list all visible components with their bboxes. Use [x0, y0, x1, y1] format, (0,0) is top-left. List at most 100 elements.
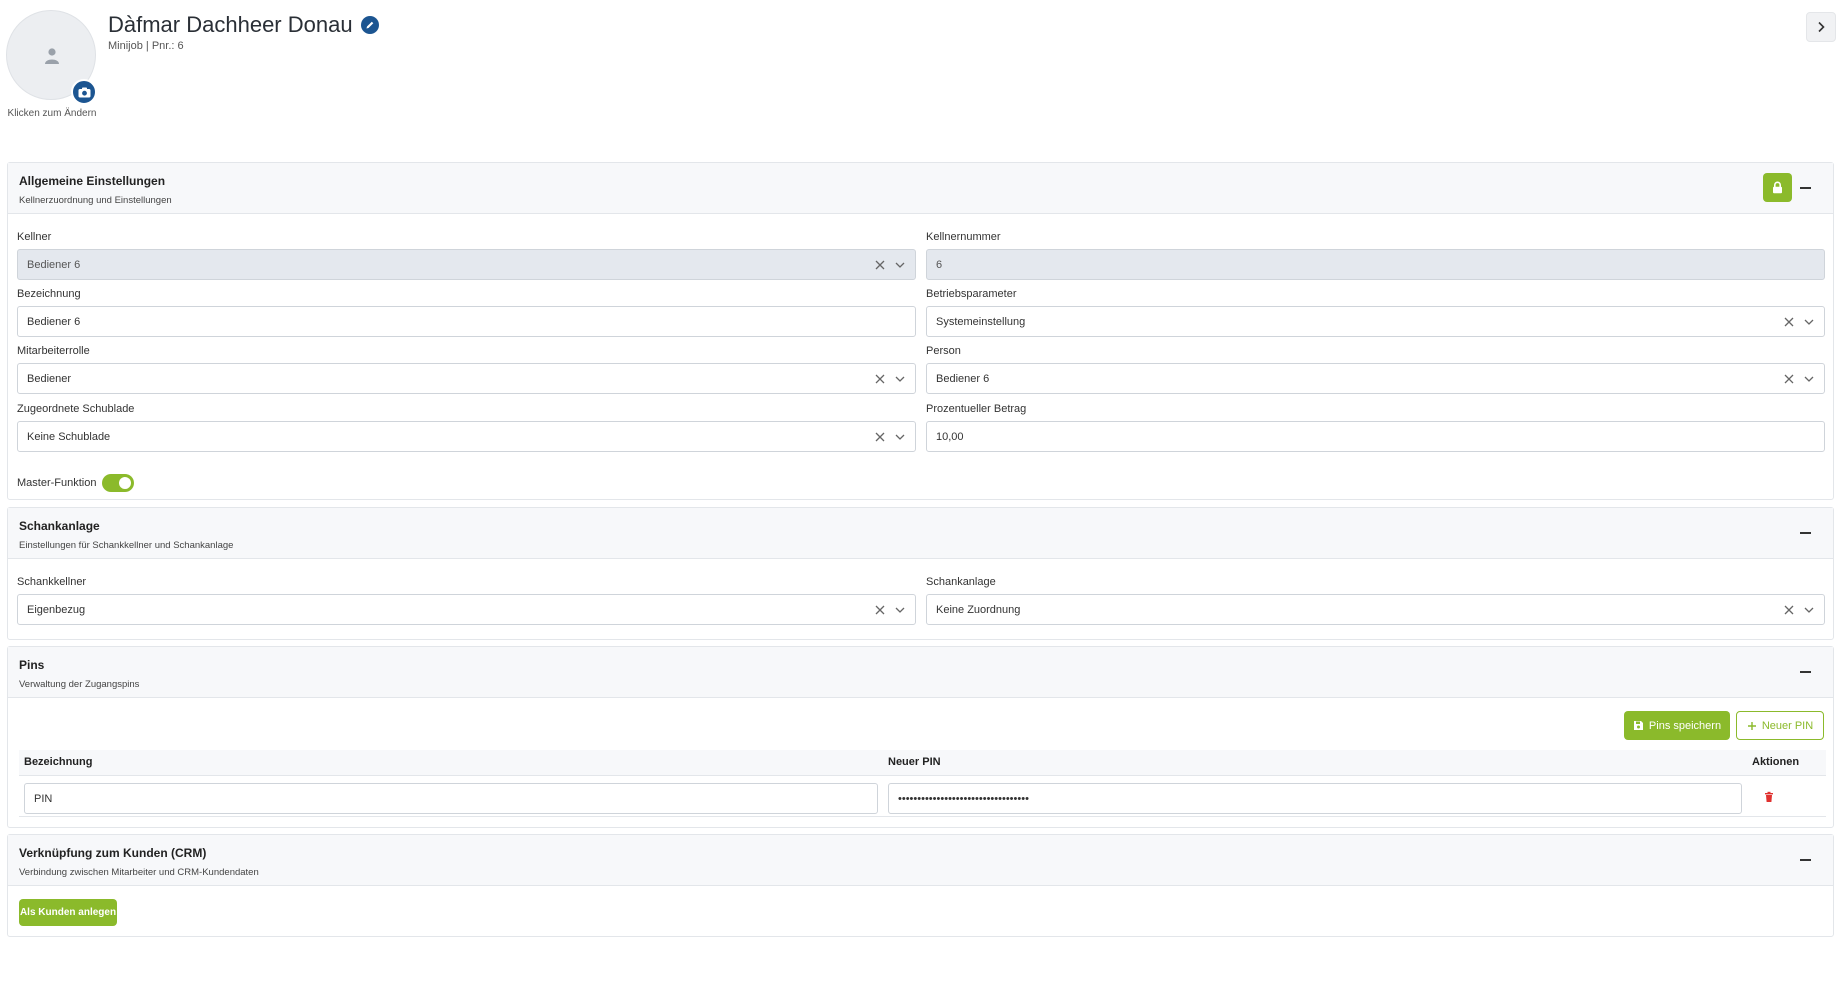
field-bezeichnung: Bezeichnung Bediener 6	[17, 288, 916, 337]
field-mitarbeiterrolle: Mitarbeiterrolle Bediener	[17, 345, 916, 394]
section-title: Verknüpfung zum Kunden (CRM)	[19, 846, 207, 860]
clear-icon[interactable]	[874, 373, 886, 385]
column-header: Neuer PIN	[888, 756, 941, 768]
employee-subtitle: Minijob | Pnr.: 6	[108, 40, 184, 52]
pin-value-input[interactable]: ••••••••••••••••••••••••••••••••••	[888, 783, 1742, 814]
select-value: Bediener	[27, 372, 72, 385]
clear-icon[interactable]	[874, 259, 886, 271]
field-person: Person Bediener 6	[926, 345, 1825, 394]
field-kellnernummer: Kellnernummer 6	[926, 231, 1825, 280]
clear-icon[interactable]	[874, 604, 886, 616]
plus-icon	[1747, 721, 1756, 730]
clear-icon[interactable]	[874, 431, 886, 443]
minus-icon	[1800, 187, 1811, 189]
employee-header: Klicken zum Ändern Dàfmar Dachheer Donau…	[0, 0, 1838, 140]
field-label: Prozentueller Betrag	[926, 403, 1027, 415]
field-label: Bezeichnung	[17, 288, 81, 300]
lock-icon	[1773, 181, 1782, 194]
toggle-knob	[119, 477, 132, 489]
minus-icon	[1800, 532, 1811, 534]
mitarbeiterrolle-select[interactable]: Bediener	[17, 363, 916, 394]
kellnernummer-input[interactable]: 6	[926, 249, 1825, 280]
input-value: PIN	[34, 792, 53, 805]
field-label: Kellner	[17, 231, 52, 243]
section-subtitle: Verbindung zwischen Mitarbeiter und CRM-…	[19, 867, 259, 878]
master-function-toggle[interactable]	[102, 474, 135, 492]
input-value: 10,00	[936, 430, 964, 443]
pins-table-header: Bezeichnung Neuer PIN Aktionen	[19, 750, 1826, 776]
select-value: Keine Zuordnung	[936, 603, 1021, 616]
field-label: Person	[926, 345, 961, 357]
clear-icon[interactable]	[1783, 316, 1795, 328]
save-pins-button[interactable]: Pins speichern	[1624, 711, 1730, 740]
column-header: Bezeichnung	[24, 756, 93, 768]
field-betriebsparameter: Betriebsparameter Systemeinstellung	[926, 288, 1825, 337]
section-subtitle: Kellnerzuordnung und Einstellungen	[19, 195, 172, 206]
schublade-select[interactable]: Keine Schublade	[17, 421, 916, 452]
employee-name: Dàfmar Dachheer Donau	[108, 12, 353, 37]
schankkellner-select[interactable]: Eigenbezug	[17, 594, 916, 625]
person-icon	[45, 48, 59, 64]
section-title: Allgemeine Einstellungen	[19, 174, 166, 188]
minus-icon	[1800, 671, 1811, 673]
prozent-input[interactable]: 10,00	[926, 421, 1825, 452]
pin-name-input[interactable]: PIN	[24, 783, 878, 814]
section-header: Pins Verwaltung der Zugangspins	[8, 647, 1833, 698]
chevron-down-icon[interactable]	[1803, 604, 1815, 616]
edit-pencil-icon[interactable]	[360, 16, 379, 34]
trash-icon[interactable]	[1763, 791, 1775, 803]
clear-icon[interactable]	[1783, 373, 1795, 385]
chevron-down-icon[interactable]	[894, 431, 906, 443]
camera-icon[interactable]	[71, 79, 97, 105]
input-value: Bediener 6	[27, 315, 81, 328]
bezeichnung-input[interactable]: Bediener 6	[17, 306, 916, 337]
save-pins-label: Pins speichern	[1648, 719, 1722, 732]
section-subtitle: Einstellungen für Schankkellner und Scha…	[19, 540, 234, 551]
kellner-select[interactable]: Bediener 6	[17, 249, 916, 280]
lock-button[interactable]	[1763, 173, 1792, 202]
expand-panel-button[interactable]	[1806, 12, 1836, 42]
section-header: Allgemeine Einstellungen Kellnerzuordnun…	[8, 163, 1833, 214]
minus-icon	[1800, 859, 1811, 861]
select-value: Bediener 6	[936, 372, 990, 385]
field-kellner: Kellner Bediener 6	[17, 231, 916, 280]
save-icon	[1633, 721, 1643, 730]
chevron-down-icon[interactable]	[1803, 373, 1815, 385]
column-header: Aktionen	[1752, 756, 1800, 768]
field-label: Schankkellner	[17, 576, 87, 588]
field-schublade: Zugeordnete Schublade Keine Schublade	[17, 403, 916, 452]
betriebsparameter-select[interactable]: Systemeinstellung	[926, 306, 1825, 337]
chevron-down-icon[interactable]	[1803, 316, 1815, 328]
create-customer-button[interactable]: Als Kunden anlegen	[19, 899, 117, 926]
input-value: ••••••••••••••••••••••••••••••••••	[898, 792, 1029, 805]
avatar-change-hint: Klicken zum Ändern	[7, 108, 97, 119]
field-label: Zugeordnete Schublade	[17, 403, 135, 415]
section-crm: Verknüpfung zum Kunden (CRM) Verbindung …	[7, 834, 1834, 937]
section-pins: Pins Verwaltung der Zugangspins Pins spe…	[7, 646, 1834, 828]
select-value: Bediener 6	[27, 258, 81, 271]
section-header: Schankanlage Einstellungen für Schankkel…	[8, 508, 1833, 559]
new-pin-label: Neuer PIN	[1761, 719, 1814, 732]
page-title: Dàfmar Dachheer Donau	[108, 12, 379, 38]
create-customer-label: Als Kunden anlegen	[19, 907, 117, 918]
section-general-settings: Allgemeine Einstellungen Kellnerzuordnun…	[7, 162, 1834, 500]
field-label: Mitarbeiterrolle	[17, 345, 90, 357]
new-pin-button[interactable]: Neuer PIN	[1736, 711, 1824, 740]
chevron-down-icon[interactable]	[894, 604, 906, 616]
chevron-right-icon	[1818, 21, 1825, 33]
section-title: Schankanlage	[19, 519, 100, 533]
field-prozent: Prozentueller Betrag 10,00	[926, 403, 1825, 452]
section-header: Verknüpfung zum Kunden (CRM) Verbindung …	[8, 835, 1833, 886]
person-select[interactable]: Bediener 6	[926, 363, 1825, 394]
clear-icon[interactable]	[1783, 604, 1795, 616]
field-label: Betriebsparameter	[926, 288, 1017, 300]
chevron-down-icon[interactable]	[894, 259, 906, 271]
select-value: Systemeinstellung	[936, 315, 1026, 328]
avatar[interactable]	[6, 10, 97, 105]
chevron-down-icon[interactable]	[894, 373, 906, 385]
section-schankanlage: Schankanlage Einstellungen für Schankkel…	[7, 507, 1834, 640]
section-title: Pins	[19, 658, 45, 672]
field-label: Schankanlage	[926, 576, 996, 588]
field-schankkellner: Schankkellner Eigenbezug	[17, 576, 916, 625]
schankanlage-select[interactable]: Keine Zuordnung	[926, 594, 1825, 625]
